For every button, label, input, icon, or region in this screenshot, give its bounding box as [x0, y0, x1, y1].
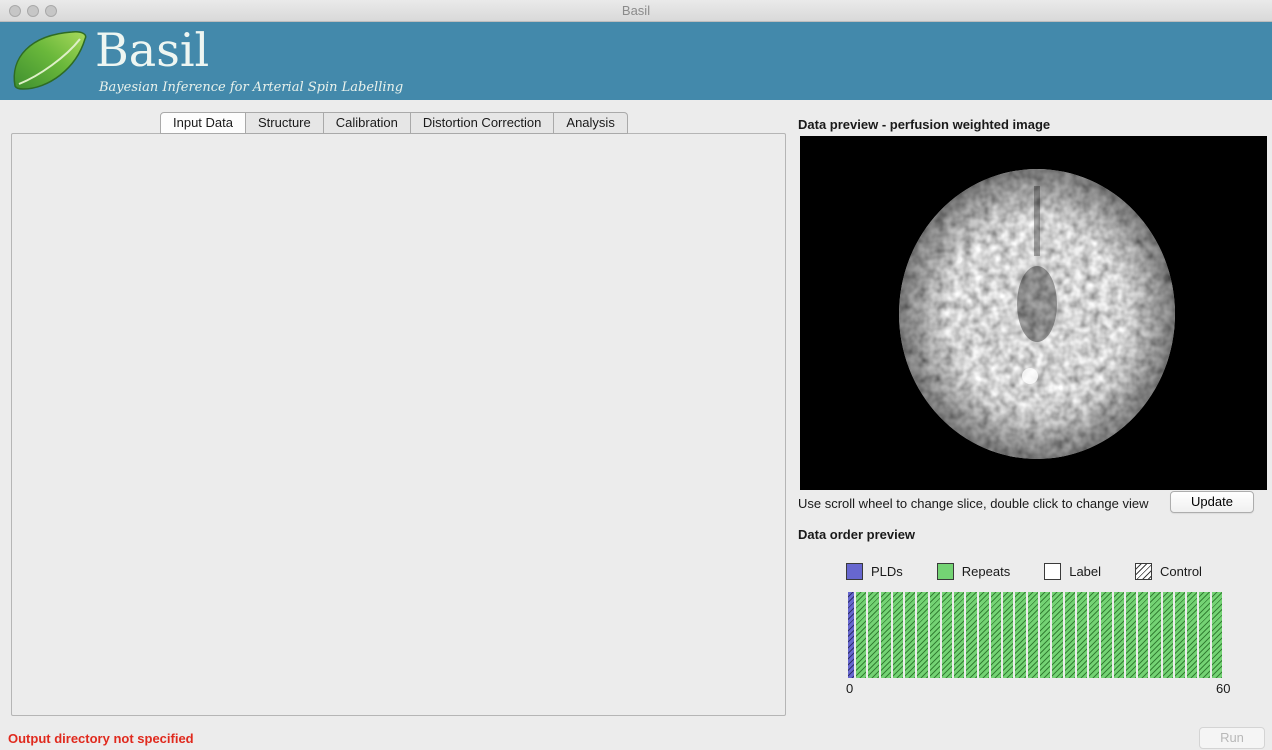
legend-label: Label	[1069, 564, 1101, 579]
tab-structure[interactable]: Structure	[246, 112, 324, 134]
order-bar-repeat	[1163, 592, 1173, 678]
app-banner: Basil Bayesian Inference for Arterial Sp…	[0, 22, 1272, 100]
preview-hint: Use scroll wheel to change slice, double…	[798, 496, 1148, 511]
tab-bar: Input Data Structure Calibration Distort…	[160, 112, 628, 134]
basil-leaf-icon	[8, 27, 92, 93]
legend-item-repeats: Repeats	[937, 563, 1010, 580]
order-bar-repeat	[1040, 592, 1050, 678]
order-bar-repeat	[1003, 592, 1013, 678]
order-bar-repeat	[1138, 592, 1148, 678]
titlebar: Basil	[0, 0, 1272, 22]
data-preview-title: Data preview - perfusion weighted image	[798, 117, 1050, 132]
order-bar-repeat	[1175, 592, 1185, 678]
brain-mri-image	[800, 136, 1267, 490]
order-bar-repeat	[1114, 592, 1124, 678]
order-bar-repeat	[893, 592, 903, 678]
tab-analysis[interactable]: Analysis	[554, 112, 627, 134]
perfusion-image-preview[interactable]	[800, 136, 1267, 490]
order-bar-repeat	[979, 592, 989, 678]
repeats-swatch-icon	[937, 563, 954, 580]
order-legend: PLDs Repeats Label Control	[846, 562, 1202, 580]
tab-distortion-correction[interactable]: Distortion Correction	[411, 112, 555, 134]
app-subtitle: Bayesian Inference for Arterial Spin Lab…	[99, 80, 403, 95]
order-bar-repeat	[1187, 592, 1197, 678]
order-bar-repeat	[1015, 592, 1025, 678]
order-bar-repeat	[1199, 592, 1209, 678]
label-swatch-icon	[1044, 563, 1061, 580]
order-chart-repeats	[856, 592, 1222, 678]
legend-item-label: Label	[1044, 563, 1101, 580]
order-bar-repeat	[966, 592, 976, 678]
tab-calibration[interactable]: Calibration	[324, 112, 411, 134]
order-plds-bar	[848, 592, 854, 678]
legend-item-plds: PLDs	[846, 563, 903, 580]
legend-label: Repeats	[962, 564, 1010, 579]
app-window: Basil Basil Bayesian Inference for Arter…	[0, 0, 1272, 750]
order-bar-repeat	[1089, 592, 1099, 678]
status-message: Output directory not specified	[8, 731, 194, 746]
order-bar-repeat	[1150, 592, 1160, 678]
order-bar-repeat	[1212, 592, 1222, 678]
legend-item-control: Control	[1135, 563, 1202, 580]
order-bar-repeat	[1052, 592, 1062, 678]
order-bar-repeat	[1101, 592, 1111, 678]
order-bar-repeat	[868, 592, 878, 678]
order-bar-repeat	[856, 592, 866, 678]
order-chart	[848, 592, 1222, 678]
order-bar-repeat	[1126, 592, 1136, 678]
order-bar-repeat	[917, 592, 927, 678]
order-bar-repeat	[1028, 592, 1038, 678]
plds-swatch-icon	[846, 563, 863, 580]
input-data-panel	[11, 133, 786, 716]
update-button[interactable]: Update	[1170, 491, 1254, 513]
app-title: Basil	[95, 26, 209, 74]
run-button: Run	[1199, 727, 1265, 749]
order-bar-repeat	[991, 592, 1001, 678]
order-bar-repeat	[954, 592, 964, 678]
control-swatch-icon	[1135, 563, 1152, 580]
axis-min-label: 0	[846, 681, 853, 696]
data-order-preview-title: Data order preview	[798, 527, 915, 542]
order-bar-repeat	[1065, 592, 1075, 678]
legend-label: Control	[1160, 564, 1202, 579]
order-bar-repeat	[1077, 592, 1087, 678]
axis-max-label: 60	[1216, 681, 1230, 696]
window-title: Basil	[0, 3, 1272, 18]
tab-input-data[interactable]: Input Data	[160, 112, 246, 134]
order-bar-repeat	[905, 592, 915, 678]
order-bar-repeat	[930, 592, 940, 678]
order-bar-repeat	[942, 592, 952, 678]
legend-label: PLDs	[871, 564, 903, 579]
order-bar-repeat	[881, 592, 891, 678]
